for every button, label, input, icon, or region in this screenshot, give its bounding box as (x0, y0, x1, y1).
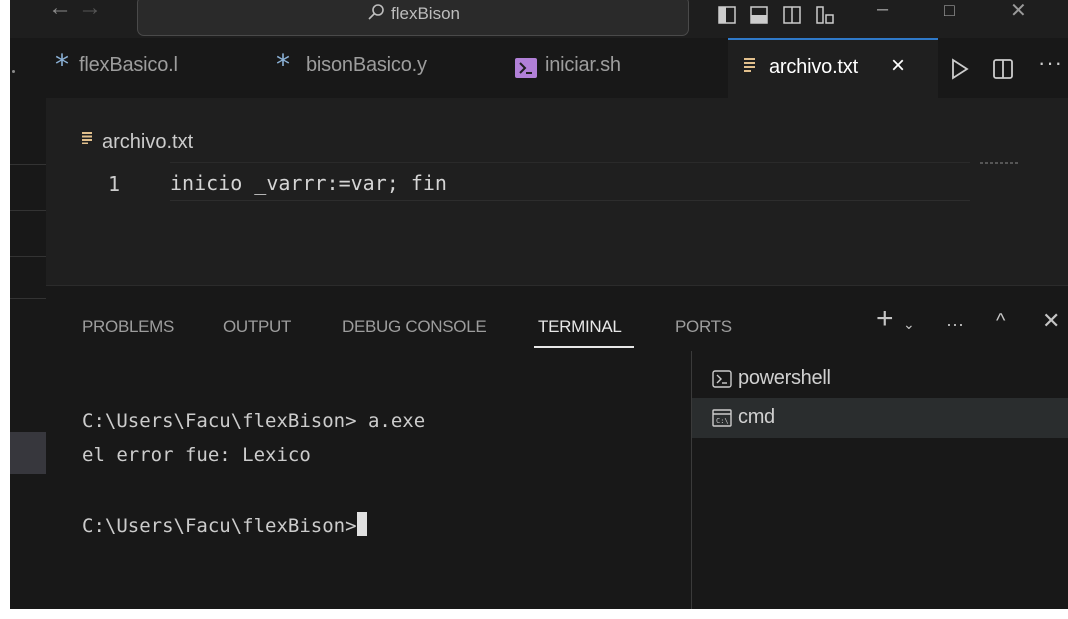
tab-flexbasico[interactable]: * flexBasico.l (50, 38, 246, 98)
tab-output[interactable]: OUTPUT (223, 317, 291, 337)
tab-label: archivo.txt (769, 56, 858, 78)
editor-divider (170, 162, 970, 163)
split-editor-icon[interactable] (993, 59, 1013, 79)
more-actions-icon[interactable]: ··· (946, 314, 964, 335)
close-window-button[interactable]: ✕ (1010, 0, 1027, 23)
run-icon[interactable] (950, 58, 970, 80)
terminal-item-powershell[interactable]: powershell (692, 359, 1068, 399)
sidebar-divider (10, 298, 46, 299)
terminal-line: el error fue: Lexico (82, 444, 311, 466)
sidebar-selected-item[interactable] (10, 432, 46, 474)
asterisk-icon: * (55, 48, 69, 81)
active-tab-indicator (534, 346, 634, 348)
search-icon (368, 4, 384, 20)
sidebar-divider (10, 210, 46, 211)
sidebar-edge (10, 98, 46, 609)
code-line[interactable]: inicio _varrr:=var; fin (170, 171, 447, 195)
tab-problems[interactable]: PROBLEMS (82, 317, 174, 337)
maximize-panel-icon[interactable]: ^ (996, 310, 1005, 333)
editor-tab-bar: * flexBasico.l * bisonBasico.y iniciar.s… (10, 38, 1068, 98)
text-file-icon (744, 58, 755, 72)
tab-label: bisonBasico.y (306, 54, 427, 76)
minimap[interactable] (980, 162, 1018, 164)
forward-arrow-icon[interactable]: → (78, 0, 102, 22)
svg-text:C:\: C:\ (716, 417, 729, 425)
back-arrow-icon[interactable]: ← (48, 0, 72, 22)
more-actions-icon[interactable]: ··· (1038, 50, 1063, 76)
toggle-primary-sidebar-icon[interactable] (718, 6, 736, 24)
breadcrumb[interactable]: archivo.txt (102, 131, 193, 154)
toggle-panel-icon[interactable] (750, 6, 768, 24)
tab-label: flexBasico.l (79, 54, 178, 76)
tab-terminal[interactable]: TERMINAL (538, 317, 622, 337)
command-center[interactable]: flexBison (137, 0, 689, 36)
bottom-panel: PROBLEMS OUTPUT DEBUG CONSOLE TERMINAL P… (46, 285, 1068, 609)
terminal-line: C:\Users\Facu\flexBison> a.exe (82, 410, 426, 432)
tab-bisonbasico[interactable]: * bisonBasico.y (266, 38, 491, 98)
terminal-prompt[interactable]: C:\Users\Facu\flexBison> (82, 512, 367, 537)
terminal-script-icon (515, 58, 537, 78)
vscode-window: ← → flexBison – □ ✕ * flexBasico.l * bis… (10, 0, 1068, 609)
new-terminal-icon[interactable]: + (876, 302, 894, 336)
terminal-item-cmd[interactable]: C:\ cmd (692, 398, 1068, 438)
powershell-icon (712, 370, 732, 388)
tab-debug-console[interactable]: DEBUG CONSOLE (342, 317, 487, 337)
tab-label: iniciar.sh (545, 54, 621, 76)
sidebar-divider (10, 256, 46, 257)
close-panel-icon[interactable]: ✕ (1042, 308, 1060, 334)
chevron-down-icon[interactable]: ⌄ (903, 316, 915, 333)
sidebar-indicator (12, 70, 15, 73)
minimize-button[interactable]: – (877, 0, 888, 21)
terminal-cursor (356, 512, 367, 536)
line-number: 1 (108, 172, 121, 196)
prompt-text: C:\Users\Facu\flexBison> (82, 515, 357, 537)
tab-iniciar[interactable]: iniciar.sh (503, 38, 723, 98)
text-file-icon (82, 132, 92, 144)
terminal-label: powershell (738, 367, 831, 389)
cmd-icon: C:\ (712, 409, 732, 427)
tab-archivo[interactable]: archivo.txt × (728, 38, 938, 98)
customize-layout-icon[interactable] (816, 6, 834, 24)
close-tab-icon[interactable]: × (891, 52, 905, 80)
sidebar-divider (10, 164, 46, 165)
terminal-label: cmd (738, 406, 775, 428)
editor-divider (170, 200, 970, 201)
asterisk-icon: * (276, 48, 290, 81)
command-center-text: flexBison (391, 4, 460, 23)
maximize-button[interactable]: □ (944, 0, 955, 21)
terminal-list: powershell C:\ cmd (691, 351, 1068, 609)
toggle-secondary-sidebar-icon[interactable] (783, 6, 801, 24)
tab-ports[interactable]: PORTS (675, 317, 732, 337)
title-bar: ← → flexBison – □ ✕ (10, 0, 1068, 38)
